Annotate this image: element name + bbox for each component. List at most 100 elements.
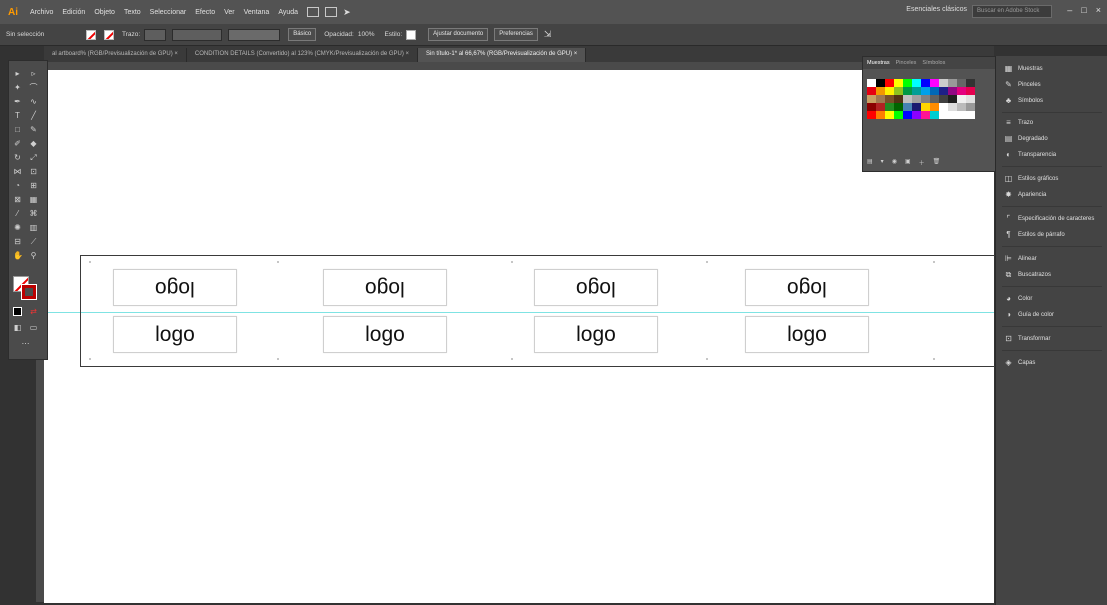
dock-item-caracteres[interactable]: ⌜ Especificación de caracteres	[1004, 214, 1095, 223]
artboard-tool-icon[interactable]: ⊟	[13, 237, 22, 246]
menu-objeto[interactable]: Objeto	[94, 9, 115, 16]
color-swatch[interactable]	[894, 87, 903, 95]
eyedropper-tool-icon[interactable]: ⁄	[13, 209, 22, 218]
color-swatch[interactable]	[930, 95, 939, 103]
color-swatch[interactable]	[939, 79, 948, 87]
swatch-libraries-icon[interactable]: ▤	[867, 158, 873, 167]
color-swatch[interactable]	[876, 79, 885, 87]
variable-width-field[interactable]	[172, 28, 223, 41]
menu-edicion[interactable]: Edición	[62, 9, 85, 16]
color-swatch[interactable]	[903, 111, 912, 119]
new-swatch-icon[interactable]: ＋	[919, 158, 925, 167]
dock-item-estilos-graficos[interactable]: ◫ Estilos gráficos	[1004, 174, 1059, 183]
zoom-tool-icon[interactable]: ⚲	[29, 251, 38, 260]
tab-document-3[interactable]: Sin título-1* al 66,67% (RGB/Previsualiz…	[418, 48, 587, 62]
arrange-documents-icon[interactable]	[325, 7, 338, 17]
color-swatch[interactable]	[966, 95, 975, 103]
color-swatch[interactable]	[930, 103, 939, 111]
color-swatch[interactable]	[948, 87, 957, 95]
color-swatch[interactable]	[867, 111, 876, 119]
color-swatch[interactable]	[885, 103, 894, 111]
color-swatch[interactable]	[966, 79, 975, 87]
menu-archivo[interactable]: Archivo	[30, 9, 53, 16]
brush-definition-field[interactable]	[228, 28, 281, 41]
logo-box[interactable]: logo	[323, 316, 447, 353]
curvature-tool-icon[interactable]: ∿	[29, 97, 38, 106]
color-swatch[interactable]	[939, 87, 948, 95]
eraser-tool-icon[interactable]: ◆	[29, 139, 38, 148]
color-swatch[interactable]	[957, 111, 966, 119]
color-swatch[interactable]	[894, 111, 903, 119]
color-swatch[interactable]	[885, 87, 894, 95]
free-transform-tool-icon[interactable]: ⊡	[29, 167, 38, 176]
color-swatch[interactable]	[912, 79, 921, 87]
color-swatch[interactable]	[894, 95, 903, 103]
tab-muestras[interactable]: Muestras	[867, 60, 890, 66]
color-swatch[interactable]	[930, 87, 939, 95]
color-swatch[interactable]	[957, 87, 966, 95]
color-swatch[interactable]	[912, 95, 921, 103]
new-color-group-icon[interactable]: ▣	[905, 158, 911, 167]
color-swatch[interactable]	[939, 95, 948, 103]
color-swatch[interactable]	[966, 87, 975, 95]
tab-document-2[interactable]: CONDITION DETAILS (Convertido) al 123% (…	[187, 48, 419, 62]
color-swatch[interactable]	[912, 87, 921, 95]
dock-item-pinceles[interactable]: ✎ Pinceles	[1004, 80, 1041, 89]
color-swatch[interactable]	[921, 111, 930, 119]
opacity-label[interactable]: Opacidad:	[324, 31, 354, 38]
gradient-tool-icon[interactable]: ▦	[29, 195, 38, 204]
gpu-performance-icon[interactable]: ➤	[343, 7, 355, 17]
magic-wand-tool-icon[interactable]: ✦	[13, 83, 22, 92]
color-swatch[interactable]	[903, 79, 912, 87]
default-colors-icon[interactable]	[13, 307, 22, 316]
logo-box-flipped[interactable]: logo	[745, 269, 869, 306]
workspace-switcher[interactable]: Esenciales clásicos	[906, 6, 967, 13]
stroke-color-swatch[interactable]	[21, 284, 37, 300]
maximize-icon[interactable]: □	[1081, 5, 1086, 15]
color-swatch[interactable]	[948, 111, 957, 119]
color-swatch[interactable]	[921, 103, 930, 111]
dock-item-parrafo[interactable]: ¶ Estilos de párrafo	[1004, 230, 1064, 239]
color-swatch[interactable]	[903, 95, 912, 103]
selection-tool-icon[interactable]: ▸	[13, 69, 22, 78]
minimize-icon[interactable]: –	[1067, 5, 1072, 15]
color-swatch[interactable]	[894, 79, 903, 87]
stroke-color-swatch[interactable]	[104, 29, 114, 40]
menu-efecto[interactable]: Efecto	[195, 9, 215, 16]
color-swatch[interactable]	[921, 95, 930, 103]
dock-item-color[interactable]: ◕ Color	[1004, 294, 1032, 303]
color-swatch[interactable]	[948, 103, 957, 111]
bridge-icon[interactable]	[307, 7, 320, 17]
stock-search-input[interactable]: Buscar en Adobe Stock	[972, 5, 1052, 18]
pen-tool-icon[interactable]: ✒	[13, 97, 22, 106]
opacity-value[interactable]: 100%	[358, 31, 375, 38]
dock-item-capas[interactable]: ◈ Capas	[1004, 358, 1035, 367]
color-swatch[interactable]	[894, 103, 903, 111]
fill-color-swatch[interactable]	[86, 29, 96, 40]
logo-box[interactable]: logo	[113, 316, 237, 353]
color-swatch[interactable]	[939, 103, 948, 111]
scale-tool-icon[interactable]: ⤢	[29, 153, 38, 162]
dock-item-transparencia[interactable]: ◐ Transparencia	[1004, 150, 1056, 159]
dock-item-muestras[interactable]: ▦ Muestras	[1004, 64, 1043, 73]
swap-colors-icon[interactable]: ⇄	[29, 307, 38, 316]
color-swatch[interactable]	[903, 103, 912, 111]
color-swatch[interactable]	[885, 79, 894, 87]
brush-basic-dropdown[interactable]: Básico	[288, 28, 317, 41]
color-swatch[interactable]	[876, 95, 885, 103]
mesh-tool-icon[interactable]: ⊠	[13, 195, 22, 204]
paintbrush-tool-icon[interactable]: ✎	[29, 125, 38, 134]
menu-seleccionar[interactable]: Seleccionar	[150, 9, 187, 16]
menu-ventana[interactable]: Ventana	[244, 9, 270, 16]
color-swatch[interactable]	[885, 95, 894, 103]
dock-item-degradado[interactable]: ▤ Degradado	[1004, 134, 1048, 143]
color-swatch[interactable]	[876, 103, 885, 111]
color-swatch[interactable]	[921, 79, 930, 87]
rectangle-tool-icon[interactable]: □	[13, 125, 22, 134]
type-tool-icon[interactable]: T	[13, 111, 22, 120]
color-swatch[interactable]	[948, 79, 957, 87]
graphic-style-swatch[interactable]	[406, 29, 417, 40]
close-icon[interactable]: ×	[1096, 5, 1101, 15]
lasso-tool-icon[interactable]: ⌒	[29, 83, 38, 92]
direct-selection-tool-icon[interactable]: ▹	[29, 69, 38, 78]
